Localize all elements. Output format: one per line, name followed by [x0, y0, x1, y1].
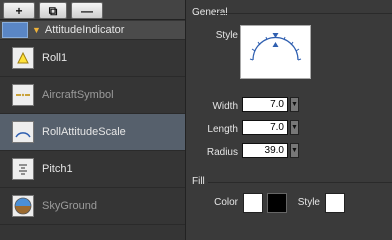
aircraft-symbol-thumbnail	[12, 84, 34, 106]
length-field[interactable]: 7.0	[242, 120, 288, 135]
tree-item-aircraft-symbol[interactable]: AircraftSymbol	[0, 77, 185, 114]
tree-item-label: Roll1	[42, 52, 68, 64]
tree-item-label: AircraftSymbol	[42, 89, 114, 101]
tree-item-pitch1[interactable]: Pitch1	[0, 151, 185, 188]
tree-item-roll1[interactable]: Roll1	[0, 40, 185, 77]
fill-color-label: Color	[214, 197, 238, 208]
length-dropdown-icon[interactable]: ▼	[290, 120, 299, 135]
collapse-triangle-icon[interactable]: ▼	[32, 25, 41, 35]
remove-button[interactable]: —	[71, 2, 103, 19]
roll-thumbnail	[12, 47, 34, 69]
fill-color-swatch-black[interactable]	[267, 193, 287, 213]
radius-field[interactable]: 39.0	[242, 143, 288, 158]
general-divider	[215, 13, 392, 14]
tree-toolbar: + ⧉ —	[0, 0, 185, 20]
tree-item-label: RollAttitudeScale	[42, 126, 126, 138]
tree-item-roll-attitude-scale[interactable]: RollAttitudeScale	[0, 114, 185, 151]
fill-style-label: Style	[297, 197, 320, 208]
fill-section-title: Fill	[192, 176, 205, 187]
fill-style-swatch[interactable]	[325, 193, 345, 213]
tree-item-sky-ground[interactable]: SkyGround	[0, 188, 185, 225]
width-label: Width	[212, 101, 238, 112]
tree-item-label: Pitch1	[42, 163, 73, 175]
fill-color-swatch-white[interactable]	[243, 193, 263, 213]
roll-scale-thumbnail	[12, 121, 34, 143]
width-dropdown-icon[interactable]: ▼	[290, 97, 299, 112]
add-button[interactable]: +	[3, 2, 35, 19]
tree-root-label: AttitudeIndicator	[44, 24, 125, 36]
length-label: Length	[207, 124, 238, 135]
tree-root-attitude-indicator[interactable]: ▼ AttitudeIndicator	[0, 21, 185, 40]
attitude-indicator-thumbnail	[2, 22, 28, 38]
radius-label: Radius	[206, 147, 238, 158]
fill-divider	[208, 182, 392, 183]
style-preview[interactable]	[240, 25, 311, 79]
radius-dropdown-icon[interactable]: ▼	[290, 143, 299, 158]
pitch-thumbnail	[12, 158, 34, 180]
sky-ground-thumbnail	[12, 195, 34, 217]
tree-item-label: SkyGround	[42, 200, 98, 212]
style-label: Style	[215, 30, 238, 41]
width-field[interactable]: 7.0	[242, 97, 288, 112]
duplicate-button[interactable]: ⧉	[39, 2, 67, 19]
layer-tree-panel: + ⧉ — ▼ AttitudeIndicator Roll1 Aircraft…	[0, 0, 186, 240]
